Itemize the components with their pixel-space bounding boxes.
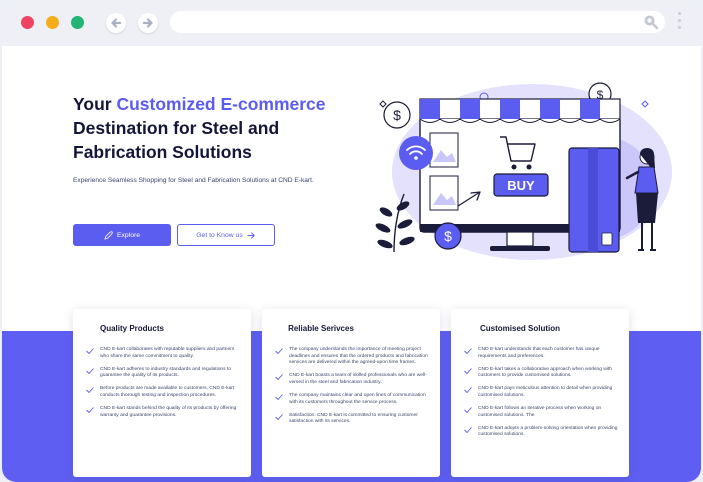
- feature-card-customised-solution: Customised Solution CND E-kart understan…: [451, 309, 629, 477]
- feature-card-reliable-services: Reliable Serivces The company understand…: [262, 309, 440, 477]
- maximize-window-button[interactable]: [71, 16, 84, 29]
- list-item: Satisfaction: CND E-kart is committed to…: [275, 413, 430, 426]
- sparkle-icon: [379, 100, 387, 108]
- card-title: Quality Products: [99, 324, 164, 333]
- arrow-right-icon: [247, 231, 255, 239]
- storefront-illustration: $ $ BUY $: [375, 82, 672, 260]
- dollar-coin-icon: $: [383, 101, 411, 129]
- checkmark-icon: [464, 387, 472, 394]
- feature-card-quality-products: Quality Products CND E-kart collaborates…: [73, 309, 251, 477]
- list-item: CND E-kart collaborates with reputable s…: [86, 347, 241, 360]
- list-item: CND E-kart pays meticulous attention to …: [464, 386, 619, 399]
- svg-text:$: $: [393, 107, 401, 123]
- checkmark-icon: [464, 426, 472, 433]
- browser-window: Your Customized E-commerce Destination f…: [2, 0, 701, 482]
- hero-title-highlight: Customized E-commerce: [116, 94, 326, 114]
- striped-awning: [419, 98, 621, 123]
- list-item: CND E-kart boasts a team of skilled prof…: [275, 373, 430, 386]
- hero-title: Your Customized E-commerce Destination f…: [73, 94, 326, 162]
- card-title: Reliable Serivces: [288, 324, 354, 333]
- close-window-button[interactable]: [21, 16, 34, 29]
- checkmark-icon: [86, 387, 94, 394]
- list-item: The company understands the importance o…: [275, 347, 430, 367]
- hero-subtitle: Experience Seamless Shopping for Steel a…: [73, 177, 314, 184]
- checkmark-icon: [86, 407, 94, 414]
- rocket-icon: [104, 230, 113, 240]
- buy-label: BUY: [507, 178, 535, 193]
- forward-arrow-icon: [142, 18, 153, 28]
- wifi-icon: [399, 136, 433, 170]
- minimize-window-button[interactable]: [46, 16, 59, 29]
- forward-button[interactable]: [138, 13, 158, 33]
- list-item: CND E-kart stands behind the quality of …: [86, 406, 241, 419]
- credit-card-graphic: [568, 147, 620, 253]
- get-to-know-us-button[interactable]: Get to Know us: [177, 224, 275, 246]
- checkmark-icon: [86, 367, 94, 374]
- svg-text:$: $: [444, 228, 452, 244]
- checkmark-icon: [275, 413, 283, 420]
- browser-toolbar: [2, 0, 701, 46]
- list-item: Before products are made available to cu…: [86, 386, 241, 399]
- checkmark-icon: [275, 374, 283, 381]
- get-to-know-us-label: Get to Know us: [196, 231, 243, 239]
- list-item: CND E-kart adheres to industry standards…: [86, 367, 241, 380]
- feature-list: CND E-kart collaborates with reputable s…: [86, 347, 241, 426]
- buy-button-graphic: BUY: [493, 173, 549, 197]
- checkmark-icon: [86, 348, 94, 354]
- product-image-card: [429, 175, 459, 211]
- back-button[interactable]: [106, 13, 126, 33]
- list-item: CND E-kart follows an iterative process …: [464, 406, 619, 419]
- feature-list: The company understands the importance o…: [275, 347, 430, 432]
- list-item: CND E-kart takes a collaborative approac…: [464, 367, 619, 380]
- checkmark-icon: [275, 394, 283, 400]
- back-arrow-icon: [111, 18, 122, 28]
- product-image-card: [429, 132, 459, 168]
- sparkle-icon: [641, 100, 649, 108]
- card-title: Customised Solution: [480, 324, 560, 333]
- kebab-menu-icon[interactable]: [678, 12, 682, 33]
- feature-list: CND E-kart understands that each custome…: [464, 347, 619, 445]
- checkmark-icon: [464, 367, 472, 374]
- dollar-coin-icon: $: [434, 222, 462, 250]
- checkmark-icon: [464, 348, 472, 354]
- list-item: CND E-kart understands that each custome…: [464, 347, 619, 360]
- search-icon[interactable]: [643, 14, 659, 30]
- address-bar[interactable]: [170, 11, 665, 33]
- checkmark-icon: [464, 407, 472, 414]
- checkmark-icon: [275, 348, 283, 354]
- explore-label: Explore: [116, 231, 141, 239]
- list-item: CND E-kart adopts a problem-solving orie…: [464, 426, 619, 439]
- list-item: The company maintains clear and open lin…: [275, 393, 430, 406]
- explore-button[interactable]: Explore: [73, 224, 171, 246]
